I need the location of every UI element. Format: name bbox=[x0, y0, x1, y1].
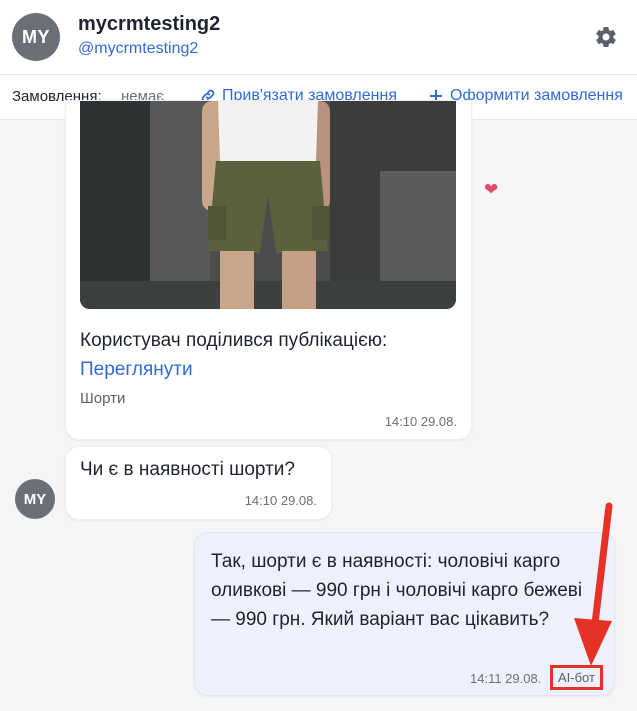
chat-header: MY mycrmtesting2 @mycrmtesting2 bbox=[0, 0, 637, 75]
outgoing-message: Так, шорти є в наявності: чоловічі карго… bbox=[194, 532, 615, 696]
shared-post-message: Користувач поділився публікацією: Перегл… bbox=[65, 100, 472, 440]
annotation-arrow-icon bbox=[574, 502, 613, 666]
create-order-label: Оформити замовлення bbox=[450, 87, 623, 104]
contact-name: mycrmtesting2 bbox=[78, 13, 221, 35]
message-time: 14:11 29.08. bbox=[470, 671, 542, 686]
contact-handle[interactable]: @mycrmtesting2 bbox=[78, 40, 198, 58]
avatar: MY bbox=[15, 479, 55, 519]
shared-post-text: Користувач поділився публікацією: bbox=[80, 330, 388, 351]
message-time: 14:10 29.08. bbox=[384, 414, 457, 429]
message-text: Так, шорти є в наявності: чоловічі карго… bbox=[211, 551, 583, 630]
post-caption: Шорти bbox=[80, 390, 126, 407]
message-time: 14:10 29.08. bbox=[244, 493, 317, 508]
post-image[interactable] bbox=[80, 101, 456, 309]
incoming-message: Чи є в наявності шорти? 14:10 29.08. bbox=[65, 446, 332, 520]
heart-reaction-icon: ❤ bbox=[484, 180, 499, 199]
avatar: MY bbox=[12, 13, 60, 61]
view-post-link[interactable]: Переглянути bbox=[80, 359, 193, 381]
gear-icon[interactable] bbox=[594, 25, 618, 49]
message-text: Чи є в наявності шорти? bbox=[80, 459, 295, 480]
